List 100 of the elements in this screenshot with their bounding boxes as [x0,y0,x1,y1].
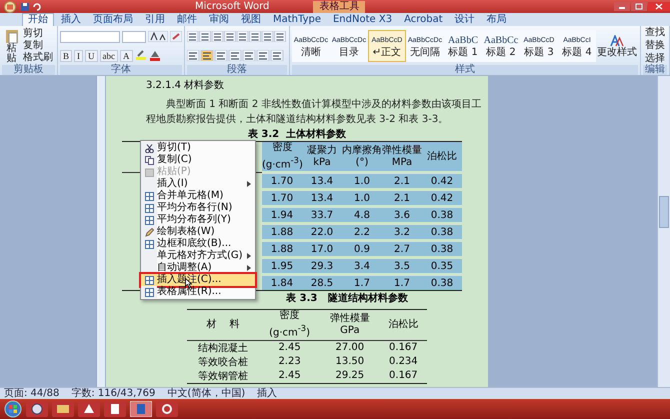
clear-format-icon[interactable] [170,31,182,42]
table-cell: 等效钢管桩 [198,370,248,382]
ribbon-tab[interactable]: 引用 [140,14,170,26]
minimize-icon[interactable] [614,2,630,11]
ribbon-tab[interactable]: 页面布局 [88,14,138,26]
table-cell: 27.00 [336,342,364,354]
table-icon [144,276,154,284]
format-button[interactable]: abc [100,50,118,62]
table-cell: 13.4 [310,176,334,187]
table-cell: 29.3 [310,260,334,272]
table-cell: 0.167 [389,370,418,382]
office-logo-icon[interactable] [3,0,17,12]
table-cell: 0.38 [430,226,454,238]
ribbon-tab[interactable]: 设计 [450,14,480,26]
column-header: 泊松比 [388,318,418,331]
format-button[interactable]: B [60,50,72,62]
ribbon-tab[interactable]: 审阅 [204,14,234,26]
table-cell: 3.4 [354,260,370,272]
table-icon [144,204,154,212]
font-size-field[interactable] [122,30,146,42]
format-button[interactable]: I [74,50,84,62]
editing-button[interactable]: 选择 [643,52,667,65]
table-caption: 表 3.3 隧道结构材料参数 [286,292,408,306]
table-icon [144,192,154,200]
pdf-icon[interactable] [78,401,100,417]
table-cell: 1.70 [270,192,294,204]
save-icon[interactable] [21,2,29,10]
font-grow-icon[interactable] [148,31,168,42]
table-cell: 33.7 [310,210,334,221]
table-cell: 0.42 [430,192,454,204]
table-cell: 1.0 [354,176,370,187]
close-icon[interactable] [648,2,670,11]
group-label: 字体 [60,65,182,75]
globe-icon[interactable] [26,401,48,417]
clipboard-button[interactable]: 复制 [21,40,55,52]
table-caption: 表 3.2 土体材料参数 [248,128,346,141]
paste-button[interactable]: 粘贴 [2,27,21,65]
group-label: 剪贴板 [2,65,55,75]
table-cell: 1.7 [394,278,410,289]
column-header: 弹性模量 MPa [382,144,422,169]
table-cell: 2.45 [278,342,301,354]
table-cell: 2.7 [394,244,410,255]
change-styles-button[interactable]: 更改样式 [596,34,638,58]
table-icon [144,288,154,296]
table-cell: 3.5 [394,260,410,272]
vertical-scrollbar[interactable] [657,76,670,387]
clipboard-icon [4,28,18,44]
table-cell: 1.0 [354,192,370,204]
ribbon-tab[interactable]: 布局 [482,14,512,26]
ribbon-tab[interactable]: 视图 [236,14,266,26]
start-button-icon[interactable] [4,400,22,418]
style-button[interactable]: AaBbCc 标题 2 [482,30,520,62]
table-cell: 2.45 [278,370,301,382]
format-button[interactable]: U [85,50,98,62]
ribbon-tab[interactable]: 邮件 [172,14,202,26]
font-name-field[interactable] [60,30,120,42]
table-cell: 2.1 [394,192,410,204]
column-header: 材 料 [206,318,240,331]
column-header: 密度 (g·cm$^{-3}$) [262,142,303,172]
ribbon-tab[interactable]: MathType [268,14,326,26]
table-cell: 1.7 [354,278,370,289]
table-cell: 1.88 [270,244,294,255]
word-icon[interactable] [130,401,152,417]
font-color-icon[interactable] [148,50,161,61]
highlight-icon[interactable] [134,50,147,61]
table-cell: 29.25 [336,370,364,382]
section-heading: 3.2.1.4 材料参数 [146,79,224,92]
group-label: 编辑 [643,65,667,75]
ribbon-tab[interactable]: Acrobat [399,14,448,26]
undo-icon[interactable] [33,2,41,10]
table-cell: 2.23 [278,356,301,368]
table-cell: 0.38 [430,210,454,221]
table-cell: 0.234 [389,356,418,368]
ribbon-tab[interactable]: 插入 [56,14,86,26]
status-text: 字数: 116/43,769 [71,388,156,398]
ribbon-tab[interactable]: EndNote X3 [328,14,398,26]
table-cell: 2.2 [354,226,370,238]
folder-icon[interactable] [52,401,74,417]
ribbon-tab[interactable]: 开始 [22,13,54,26]
letters-icon [610,34,624,46]
table-cell: 0.167 [389,342,418,354]
table-cell: 1.94 [270,210,294,221]
editing-button[interactable]: 查找 [643,27,667,40]
style-button[interactable]: AaBbC 标题 1 [444,30,482,62]
status-text: 中文(简体，中国) [167,388,246,398]
table-cell: 0.38 [430,278,454,289]
format-button[interactable]: A [120,50,133,62]
table-cell: 22.0 [310,226,334,238]
column-header: 弹性模量 GPa [330,312,370,337]
table-cell: 1.95 [270,260,294,272]
editing-button[interactable]: 替换 [643,40,667,52]
maximize-icon[interactable] [631,2,647,11]
table-cell: 28.5 [310,278,334,289]
table-cell: 0.35 [430,260,454,272]
table-cell: 0.42 [430,176,454,187]
table-cell: 0.9 [354,244,370,255]
clipboard-button[interactable]: 剪切 [21,28,55,40]
list-buttons-drawing[interactable] [187,31,287,42]
document-icon[interactable] [104,401,126,417]
clipboard-button[interactable]: 格式刷 [21,52,55,64]
